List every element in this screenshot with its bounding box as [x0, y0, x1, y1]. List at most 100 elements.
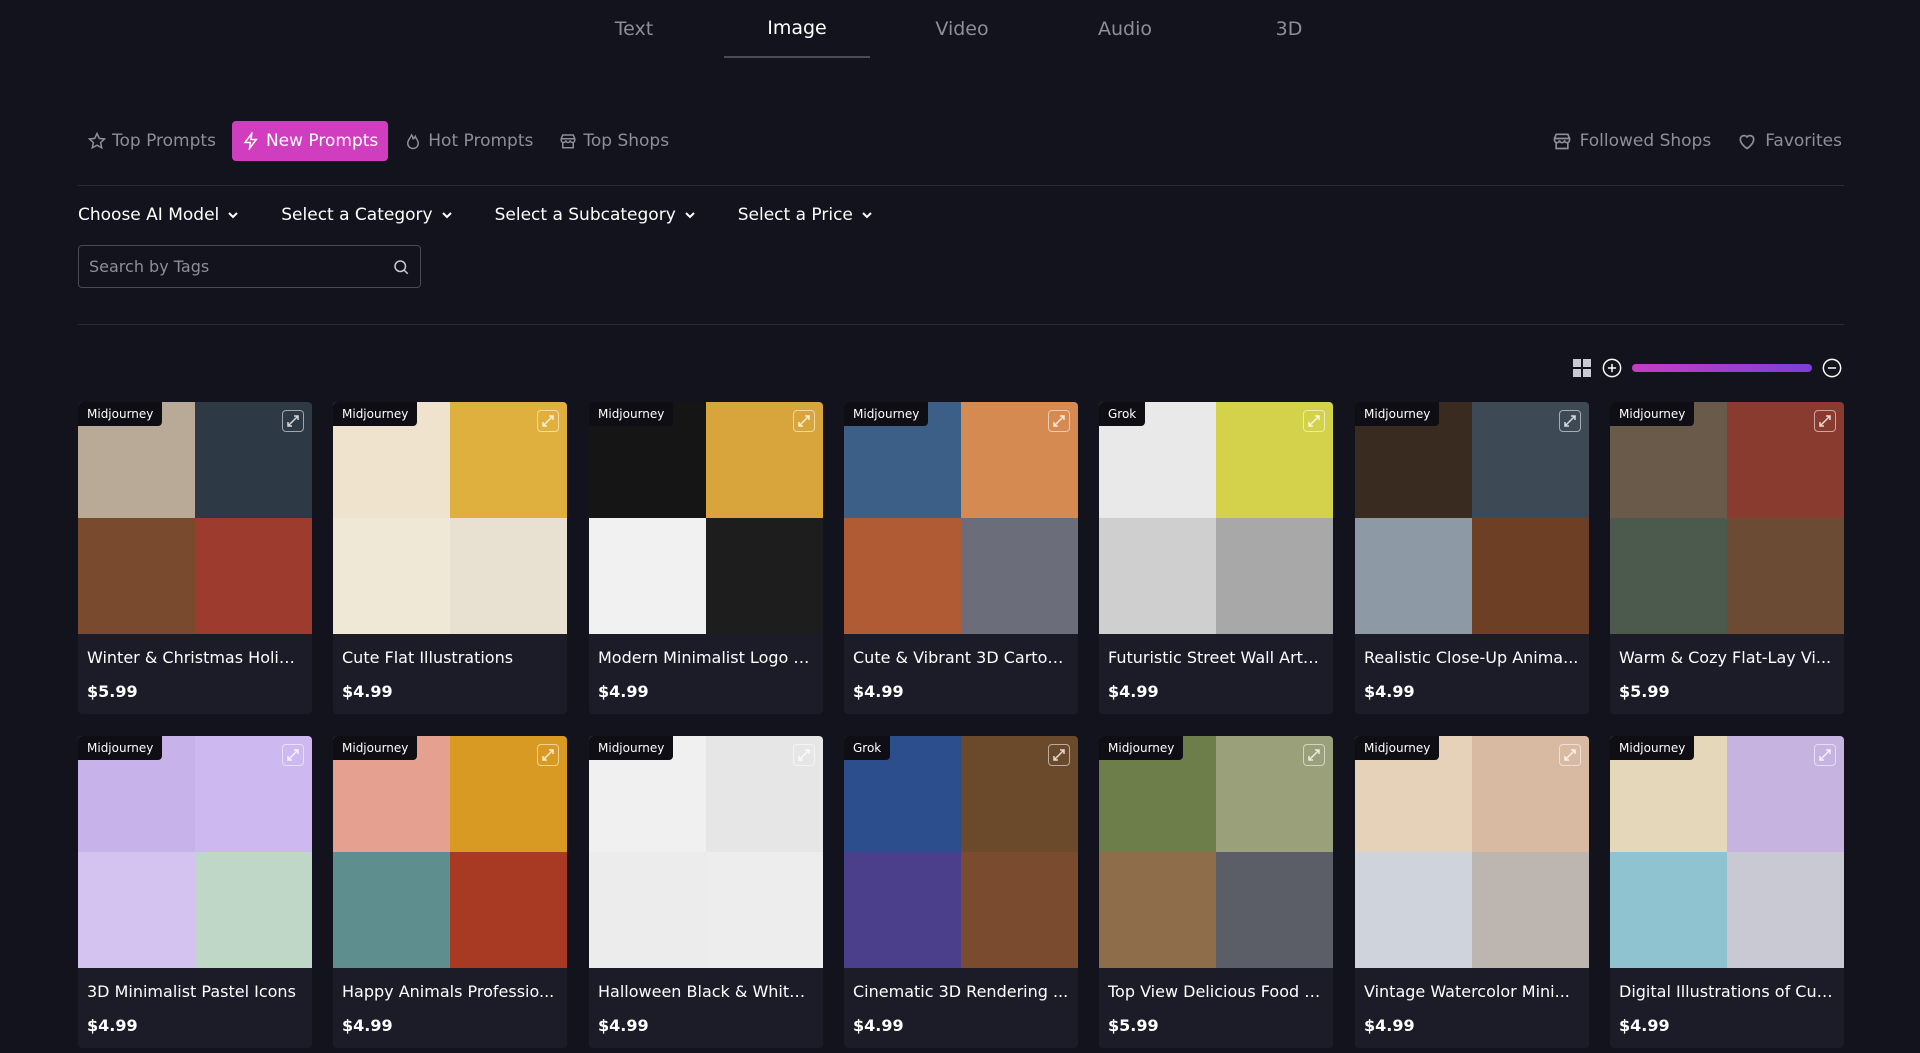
- prompt-title[interactable]: Digital Illustrations of Cut...: [1619, 982, 1835, 1001]
- tag-search: [78, 245, 421, 288]
- prompt-title[interactable]: Warm & Cozy Flat-Lay Vi...: [1619, 648, 1835, 667]
- chevron-down-icon: [228, 212, 238, 219]
- tab-new-prompts[interactable]: New Prompts: [231, 121, 389, 161]
- prompt-title[interactable]: Cute & Vibrant 3D Cartoo...: [853, 648, 1069, 667]
- prompt-title[interactable]: Vintage Watercolor Mini...: [1364, 982, 1580, 1001]
- prompt-card[interactable]: Midjourney Warm & Cozy Flat-Lay Vi... $5.9…: [1610, 402, 1844, 714]
- prompt-card[interactable]: Midjourney Halloween Black & White ... $4.…: [589, 736, 823, 1048]
- expand-icon[interactable]: [1814, 410, 1836, 432]
- expand-icon[interactable]: [282, 410, 304, 432]
- prompt-card[interactable]: Midjourney Digital Illustrations of Cut..…: [1610, 736, 1844, 1048]
- prompt-card[interactable]: Midjourney Top View Delicious Food S... $5…: [1099, 736, 1333, 1048]
- followed-shops-label: Followed Shops: [1579, 131, 1712, 151]
- tab-top-shops-label: Top Shops: [583, 131, 670, 151]
- prompt-card[interactable]: Midjourney Vintage Watercolor Mini... $4.9…: [1355, 736, 1589, 1048]
- tab-text[interactable]: Text: [561, 0, 707, 58]
- category-dropdown[interactable]: Select a Category: [281, 205, 452, 225]
- model-badge: Midjourney: [589, 736, 674, 760]
- prompt-title[interactable]: Modern Minimalist Logo D...: [598, 648, 814, 667]
- favorites-label: Favorites: [1765, 131, 1842, 151]
- prompt-card[interactable]: Midjourney Winter & Christmas Holid... $5.…: [78, 402, 312, 714]
- divider: [78, 324, 1844, 325]
- prompt-card[interactable]: Midjourney Cute Flat Illustrations $4.99: [333, 402, 567, 714]
- tab-audio[interactable]: Audio: [1052, 0, 1198, 58]
- model-badge: Midjourney: [1610, 402, 1695, 426]
- prompt-price: $4.99: [1619, 1016, 1670, 1035]
- tab-hot-prompts[interactable]: Hot Prompts: [394, 121, 543, 161]
- expand-icon[interactable]: [1559, 410, 1581, 432]
- expand-icon[interactable]: [1559, 744, 1581, 766]
- expand-icon[interactable]: [1303, 744, 1325, 766]
- tab-image[interactable]: Image: [724, 0, 870, 58]
- subcategory-dropdown-label: Select a Subcategory: [494, 205, 676, 225]
- prompt-title[interactable]: 3D Minimalist Pastel Icons: [87, 982, 303, 1001]
- prompt-card[interactable]: Midjourney Happy Animals Professio... $4.9…: [333, 736, 567, 1048]
- thumbnail-quadrant: [1216, 518, 1333, 634]
- prompt-title[interactable]: Realistic Close-Up Anima...: [1364, 648, 1580, 667]
- prompt-title[interactable]: Winter & Christmas Holid...: [87, 648, 303, 667]
- expand-icon[interactable]: [1303, 410, 1325, 432]
- thumbnail-quadrant: [450, 518, 567, 634]
- tab-hot-prompts-label: Hot Prompts: [428, 131, 534, 151]
- thumbnail-quadrant: [1472, 852, 1589, 968]
- thumbnail-quadrant: [195, 518, 312, 634]
- prompt-title[interactable]: Happy Animals Professio...: [342, 982, 558, 1001]
- thumbnail-quadrant: [961, 518, 1078, 634]
- expand-icon[interactable]: [1048, 744, 1070, 766]
- expand-icon[interactable]: [793, 410, 815, 432]
- zoom-out-icon[interactable]: [1822, 358, 1842, 378]
- ai-model-dropdown[interactable]: Choose AI Model: [78, 205, 239, 225]
- expand-icon[interactable]: [537, 410, 559, 432]
- expand-icon[interactable]: [1814, 744, 1836, 766]
- expand-icon[interactable]: [537, 744, 559, 766]
- prompt-title[interactable]: Top View Delicious Food S...: [1108, 982, 1324, 1001]
- search-icon[interactable]: [392, 258, 410, 276]
- expand-icon[interactable]: [1048, 410, 1070, 432]
- thumbnail-quadrant: [706, 852, 823, 968]
- prompt-thumbnail: [1099, 736, 1333, 968]
- prompt-price: $4.99: [342, 682, 393, 701]
- thumbnail-quadrant: [450, 852, 567, 968]
- favorites-link[interactable]: Favorites: [1737, 131, 1842, 151]
- prompt-title[interactable]: Halloween Black & White ...: [598, 982, 814, 1001]
- filter-bar: Choose AI Model Select a Category Select…: [78, 202, 915, 228]
- chevron-down-icon: [685, 212, 695, 219]
- model-badge: Midjourney: [1355, 402, 1440, 426]
- price-dropdown[interactable]: Select a Price: [738, 205, 873, 225]
- followed-shops-link[interactable]: Followed Shops: [1552, 131, 1712, 151]
- model-badge: Midjourney: [78, 402, 163, 426]
- prompt-thumbnail: [1099, 402, 1333, 634]
- prompt-card[interactable]: Midjourney Cute & Vibrant 3D Cartoo... $4.…: [844, 402, 1078, 714]
- prompt-thumbnail: [1610, 736, 1844, 968]
- tab-video[interactable]: Video: [889, 0, 1035, 58]
- prompt-title[interactable]: Cinematic 3D Rendering ...: [853, 982, 1069, 1001]
- zoom-in-icon[interactable]: [1602, 358, 1622, 378]
- model-badge: Grok: [1099, 402, 1146, 426]
- prompt-price: $5.99: [87, 682, 138, 701]
- prompt-card[interactable]: Midjourney 3D Minimalist Pastel Icons $4.9…: [78, 736, 312, 1048]
- prompt-card[interactable]: Grok Cinematic 3D Rendering ... $4.99: [844, 736, 1078, 1048]
- prompt-card[interactable]: Midjourney Realistic Close-Up Anima... $4.…: [1355, 402, 1589, 714]
- thumbnail-quadrant: [333, 518, 450, 634]
- user-links: Followed Shops Favorites: [1552, 121, 1842, 161]
- grid-zoom-slider[interactable]: [1632, 364, 1812, 372]
- price-dropdown-label: Select a Price: [737, 205, 853, 225]
- subcategory-dropdown[interactable]: Select a Subcategory: [495, 205, 696, 225]
- prompt-thumbnail: [333, 736, 567, 968]
- tag-search-input[interactable]: [89, 257, 392, 276]
- thumbnail-quadrant: [1099, 852, 1216, 968]
- prompt-card[interactable]: Midjourney Modern Minimalist Logo D... $4.…: [589, 402, 823, 714]
- expand-icon[interactable]: [793, 744, 815, 766]
- tab-top-prompts[interactable]: Top Prompts: [78, 121, 226, 161]
- model-badge: Midjourney: [844, 402, 929, 426]
- tab-top-shops[interactable]: Top Shops: [549, 121, 679, 161]
- category-dropdown-label: Select a Category: [281, 205, 433, 225]
- prompt-title[interactable]: Cute Flat Illustrations: [342, 648, 558, 667]
- prompt-title[interactable]: Futuristic Street Wall Art P...: [1108, 648, 1324, 667]
- prompt-thumbnail: [1610, 402, 1844, 634]
- expand-icon[interactable]: [282, 744, 304, 766]
- prompt-card[interactable]: Grok Futuristic Street Wall Art P... $4.99: [1099, 402, 1333, 714]
- media-type-tabs: Text Image Video Audio 3D: [0, 0, 1920, 58]
- tab-3d[interactable]: 3D: [1216, 0, 1362, 58]
- grid-view-icon[interactable]: [1572, 358, 1592, 378]
